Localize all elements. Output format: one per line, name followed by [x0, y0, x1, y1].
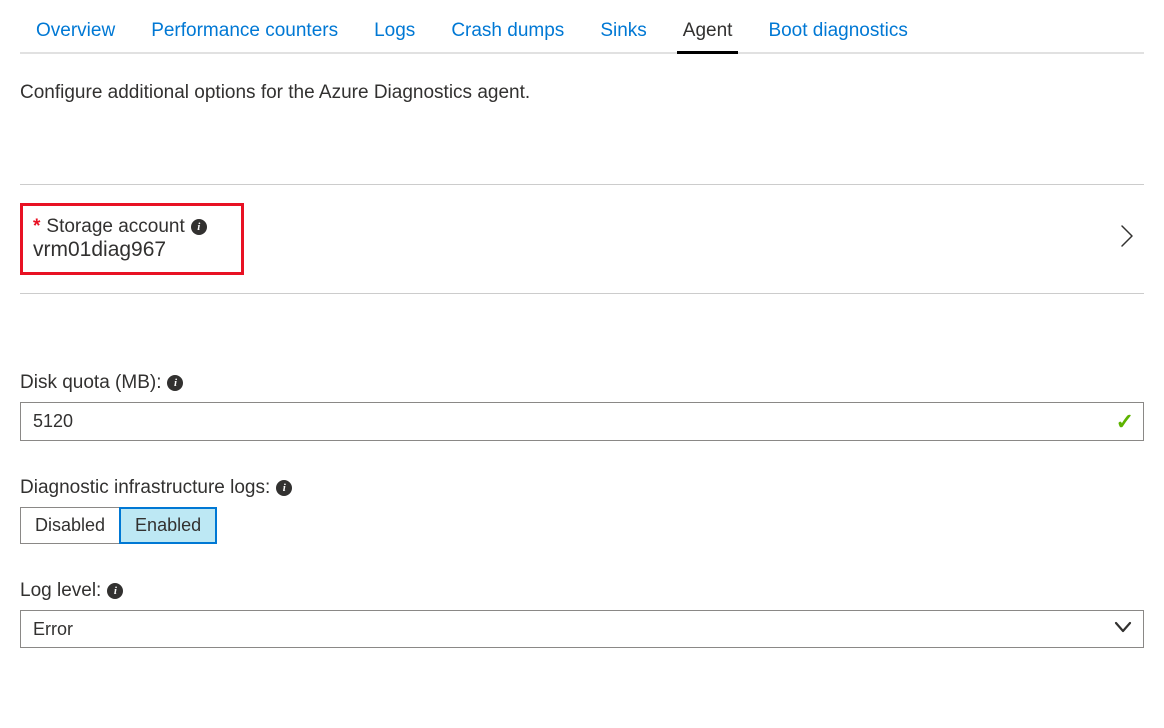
page-description: Configure additional options for the Azu… [20, 82, 1144, 104]
required-asterisk: * [33, 216, 40, 238]
diagnostic-logs-toggle: Disabled Enabled [20, 507, 217, 544]
log-level-label: Log level: [20, 580, 101, 602]
disk-quota-input[interactable] [20, 402, 1144, 441]
tab-performance-counters[interactable]: Performance counters [151, 20, 338, 42]
info-icon[interactable]: i [107, 583, 123, 599]
tab-sinks[interactable]: Sinks [600, 20, 646, 42]
chevron-right-icon [1120, 224, 1134, 255]
info-icon[interactable]: i [167, 375, 183, 391]
log-level-field: Log level: i Error [20, 580, 1144, 648]
storage-account-label: Storage account [46, 216, 184, 238]
tab-crash-dumps[interactable]: Crash dumps [451, 20, 564, 42]
tab-logs[interactable]: Logs [374, 20, 415, 42]
storage-highlight-box: * Storage account i vrm01diag967 [20, 203, 244, 275]
diagnostic-logs-field: Diagnostic infrastructure logs: i Disabl… [20, 477, 1144, 544]
storage-account-value: vrm01diag967 [33, 238, 207, 262]
disk-quota-label: Disk quota (MB): [20, 372, 161, 394]
toggle-disabled[interactable]: Disabled [21, 508, 120, 543]
storage-account-label-line: * Storage account i [33, 216, 207, 238]
tab-overview[interactable]: Overview [36, 20, 115, 42]
valid-check-icon: ✓ [1116, 409, 1134, 435]
storage-account-row[interactable]: * Storage account i vrm01diag967 [20, 184, 1144, 294]
log-level-select[interactable]: Error [20, 610, 1144, 648]
toggle-enabled[interactable]: Enabled [119, 507, 217, 544]
diagnostic-logs-label: Diagnostic infrastructure logs: [20, 477, 270, 499]
disk-quota-field: Disk quota (MB): i ✓ [20, 372, 1144, 441]
tablist: Overview Performance counters Logs Crash… [20, 20, 1144, 54]
tab-boot-diagnostics[interactable]: Boot diagnostics [768, 20, 907, 42]
info-icon[interactable]: i [276, 480, 292, 496]
tab-agent[interactable]: Agent [683, 20, 733, 42]
info-icon[interactable]: i [191, 219, 207, 235]
